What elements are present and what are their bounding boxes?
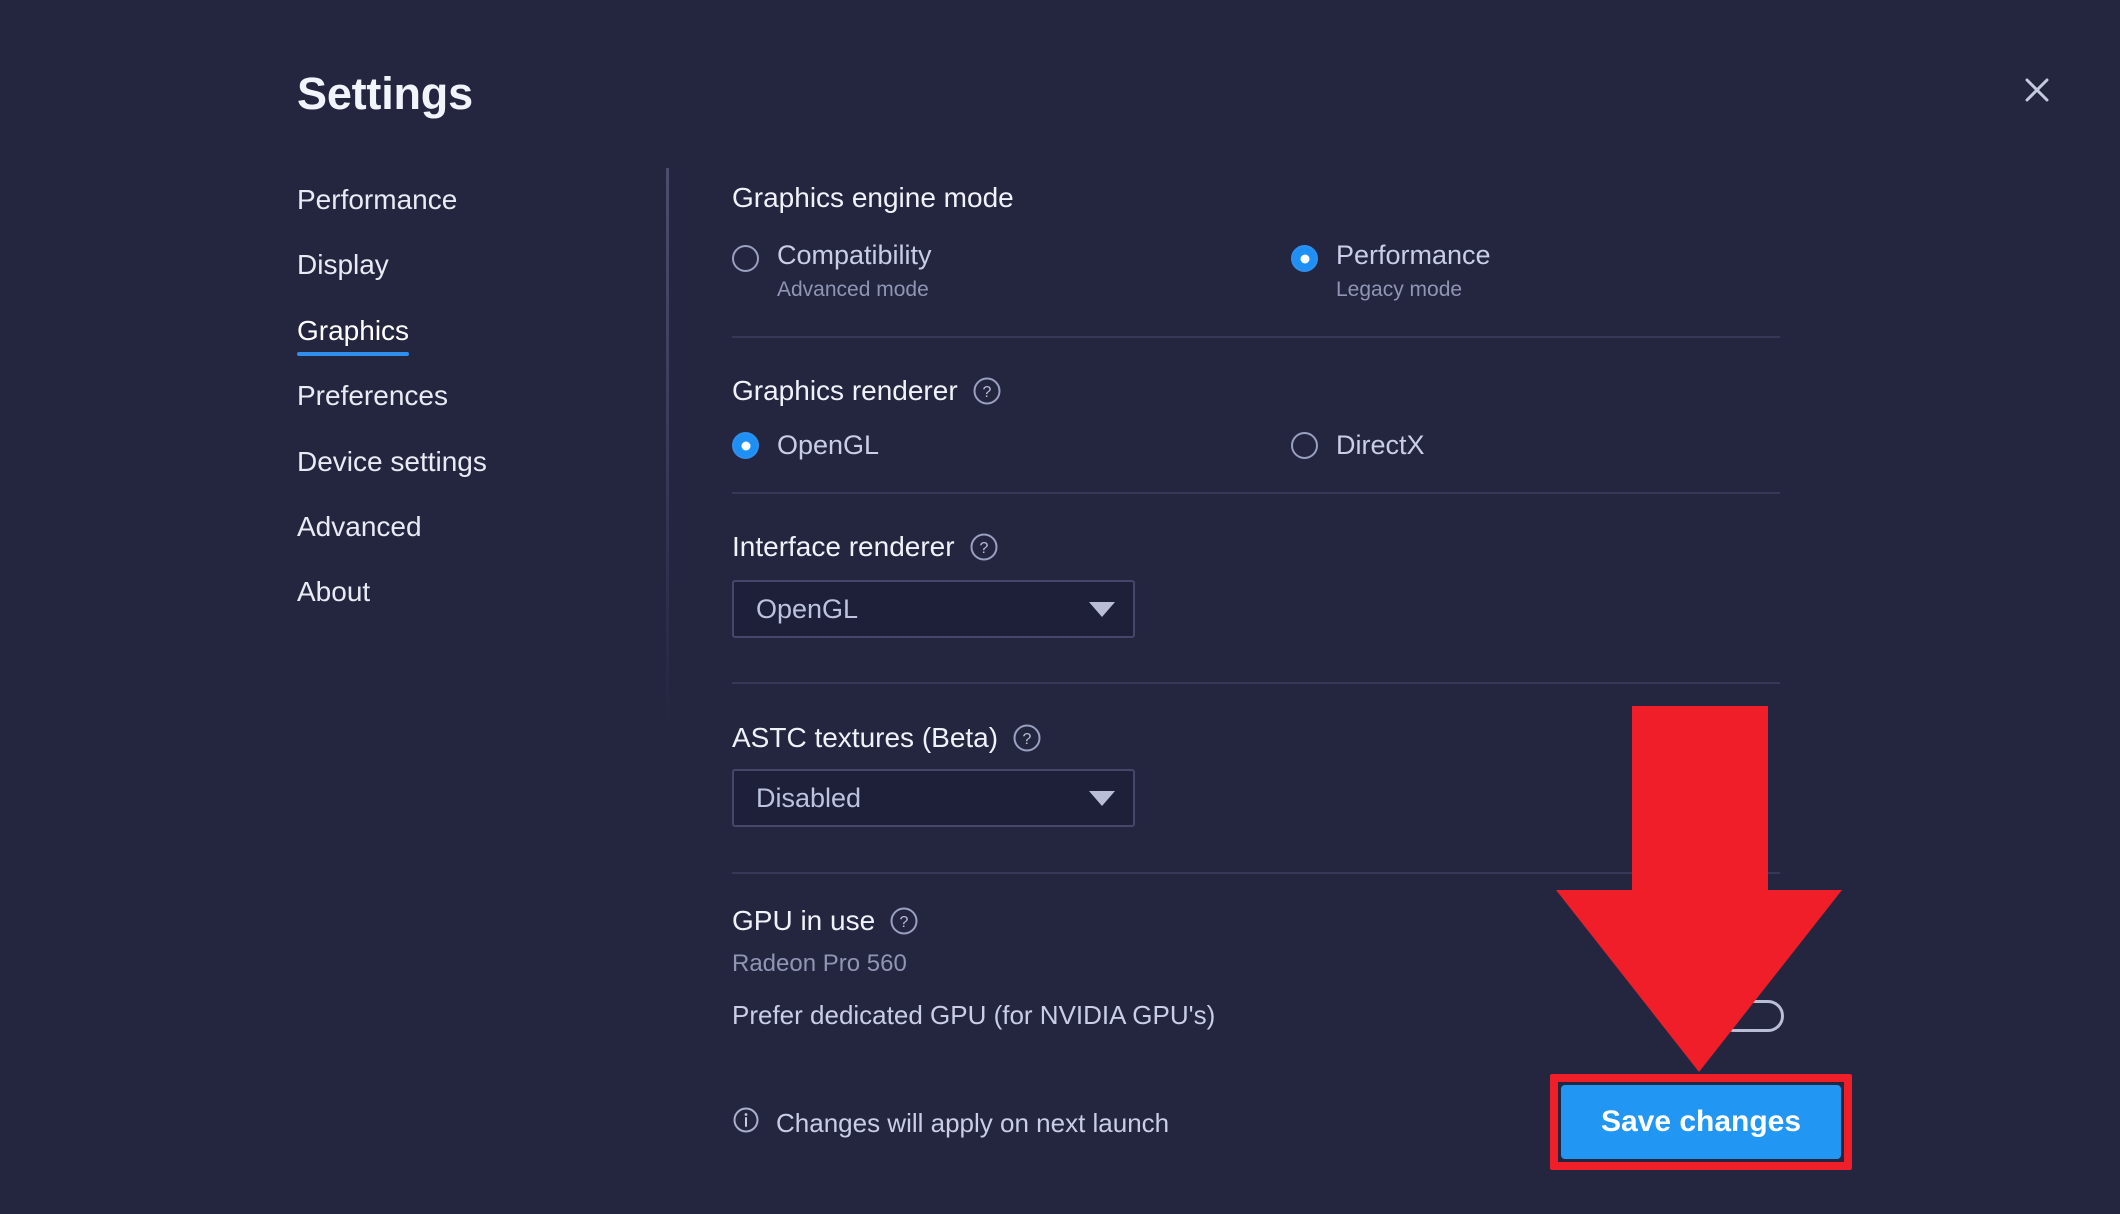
help-circle-icon[interactable]: ?	[889, 906, 919, 936]
section-divider	[732, 336, 1780, 338]
sidebar-item-graphics[interactable]: Graphics	[297, 315, 410, 357]
interface-renderer-title: Interface renderer	[732, 531, 955, 562]
help-circle-icon[interactable]: ?	[969, 532, 999, 562]
footer-note-text: Changes will apply on next launch	[776, 1108, 1170, 1138]
graphics-renderer-title-row: Graphics renderer ?	[732, 375, 1002, 407]
gpu-device-name: Radeon Pro 560	[732, 950, 907, 977]
sidebar-item-about[interactable]: About	[297, 577, 370, 608]
sidebar-item-preferences[interactable]: Preferences	[297, 381, 448, 412]
astc-title-row: ASTC textures (Beta) ?	[732, 722, 1042, 754]
engine-mode-compatibility-sublabel: Advanced mode	[777, 278, 929, 302]
sidebar-item-device-settings[interactable]: Device settings	[297, 446, 487, 478]
engine-mode-performance-sublabel: Legacy mode	[1336, 278, 1463, 302]
gpu-title: GPU in use	[732, 905, 876, 936]
engine-mode-option-performance[interactable]: Performance Legacy mode	[1291, 240, 1491, 302]
section-divider	[732, 872, 1780, 874]
graphics-renderer-opengl-label: OpenGL	[777, 430, 880, 460]
svg-text:?: ?	[900, 914, 909, 931]
chevron-down-icon	[1089, 601, 1115, 617]
interface-renderer-value: OpenGL	[756, 593, 859, 624]
sidebar-nav: Performance Display Graphics Preferences…	[297, 185, 617, 643]
page-title: Settings	[297, 68, 473, 119]
engine-mode-title: Graphics engine mode	[732, 182, 1014, 213]
svg-text:?: ?	[979, 540, 988, 557]
sidebar-divider	[666, 168, 669, 728]
astc-textures-dropdown[interactable]: Disabled	[732, 769, 1135, 827]
astc-title: ASTC textures (Beta)	[732, 722, 999, 753]
interface-renderer-dropdown[interactable]: OpenGL	[732, 580, 1135, 638]
radio-directx[interactable]	[1291, 432, 1318, 460]
section-divider	[732, 492, 1780, 494]
help-circle-icon[interactable]: ?	[1012, 723, 1042, 753]
radio-performance[interactable]	[1291, 245, 1318, 272]
info-circle-icon	[732, 1106, 760, 1141]
section-divider	[732, 682, 1780, 684]
radio-compatibility[interactable]	[732, 245, 759, 272]
help-circle-icon[interactable]: ?	[972, 376, 1002, 406]
svg-text:?: ?	[982, 384, 991, 401]
footer-note: Changes will apply on next launch	[732, 1106, 1169, 1141]
annotation-arrow-icon	[1556, 706, 1842, 1072]
prefer-dedicated-gpu-label: Prefer dedicated GPU (for NVIDIA GPU's)	[732, 1000, 1216, 1030]
sidebar-item-advanced[interactable]: Advanced	[297, 512, 422, 543]
interface-renderer-title-row: Interface renderer ?	[732, 531, 999, 563]
gpu-title-row: GPU in use ?	[732, 905, 919, 937]
svg-text:?: ?	[1023, 731, 1032, 748]
astc-textures-value: Disabled	[756, 782, 862, 813]
close-icon[interactable]	[2013, 66, 2061, 114]
sidebar-item-display[interactable]: Display	[297, 250, 389, 281]
engine-mode-performance-label: Performance	[1336, 240, 1491, 270]
settings-window: Settings Performance Display Graphics Pr…	[0, 0, 2120, 1214]
save-changes-button[interactable]: Save changes	[1561, 1085, 1841, 1159]
chevron-down-icon	[1089, 790, 1115, 806]
engine-mode-compatibility-label: Compatibility	[777, 240, 932, 270]
graphics-renderer-option-directx[interactable]: DirectX	[1291, 430, 1425, 461]
graphics-renderer-title: Graphics renderer	[732, 375, 958, 406]
radio-opengl[interactable]	[732, 432, 759, 460]
graphics-renderer-option-opengl[interactable]: OpenGL	[732, 430, 879, 461]
graphics-renderer-directx-label: DirectX	[1336, 430, 1425, 460]
engine-mode-option-compatibility[interactable]: Compatibility Advanced mode	[732, 240, 932, 302]
sidebar-item-performance[interactable]: Performance	[297, 185, 457, 216]
prefer-dedicated-gpu-toggle[interactable]	[1718, 1000, 1784, 1032]
